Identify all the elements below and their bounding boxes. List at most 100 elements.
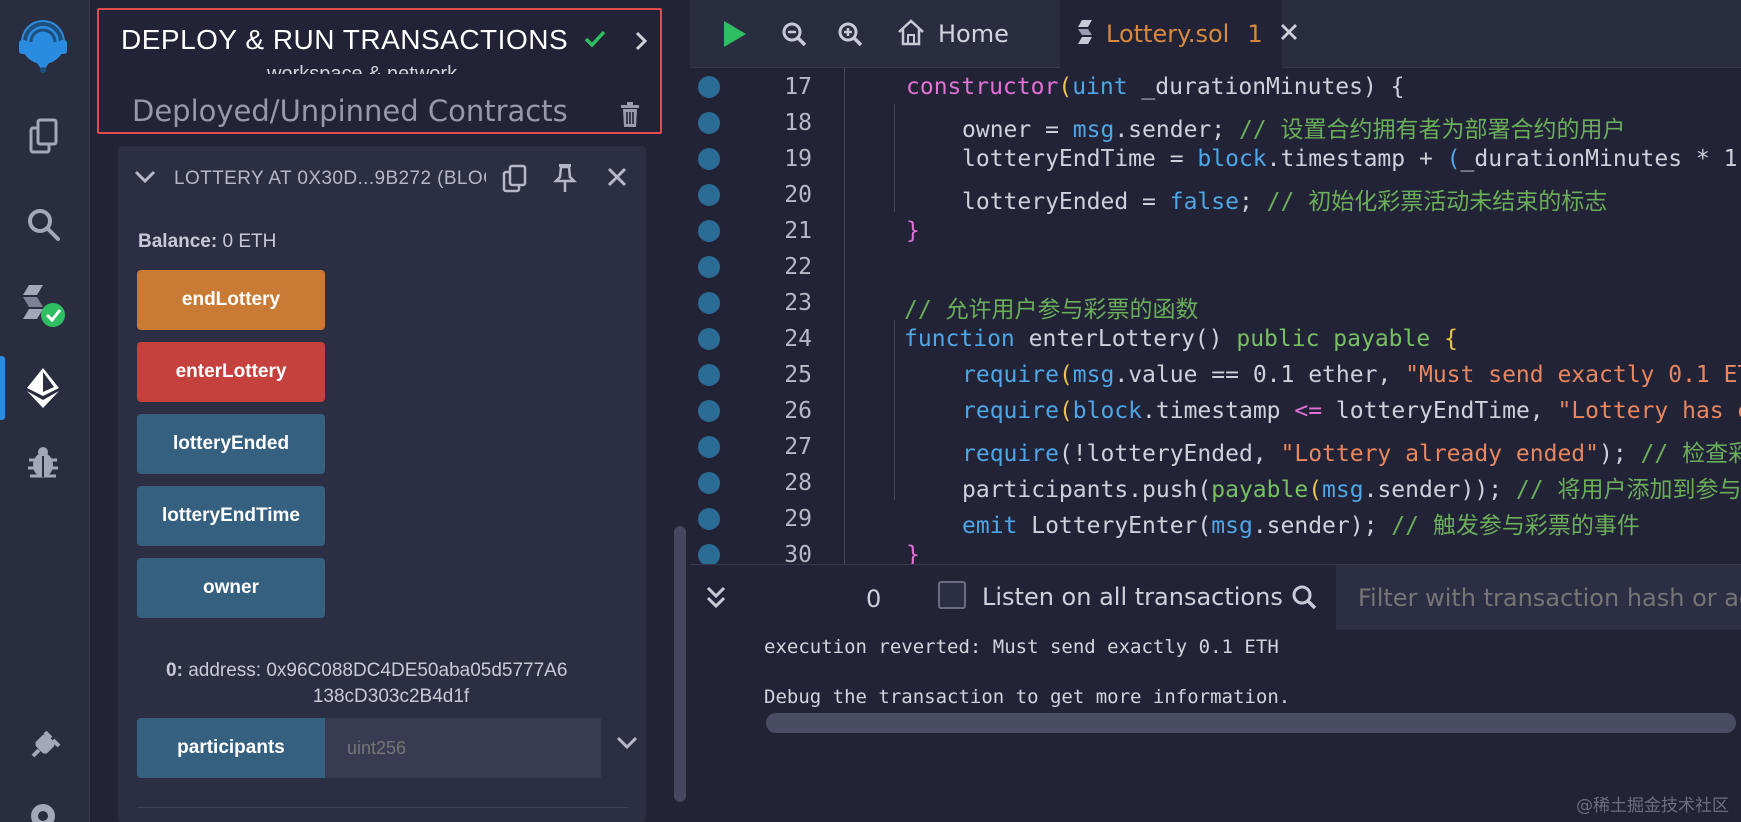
code-line: 26 require(block.timestamp <= lotteryEnd… xyxy=(690,392,1741,428)
panel-scrollbar[interactable] xyxy=(674,526,686,802)
token: block xyxy=(1072,398,1143,424)
listen-checkbox[interactable] xyxy=(938,581,966,609)
line-number: 18 xyxy=(784,110,812,136)
line-number: 24 xyxy=(784,326,812,352)
plugin-manager-icon[interactable] xyxy=(0,718,86,774)
terminal-scrollbar[interactable] xyxy=(766,713,1736,733)
remix-logo-icon[interactable] xyxy=(0,14,86,78)
line-number: 19 xyxy=(784,146,812,172)
balance-value: 0 ETH xyxy=(222,231,277,252)
code-line: 28 participants.push(payable(msg.sender)… xyxy=(690,464,1741,503)
copy-icon[interactable] xyxy=(502,164,528,199)
token: function xyxy=(904,326,1015,352)
remix-ide: DEPLOY & RUN TRANSACTIONS workspace & ne… xyxy=(0,0,1741,822)
settings-icon[interactable] xyxy=(0,796,86,822)
token: .timestamp + xyxy=(1266,146,1447,172)
zoom-out-icon[interactable] xyxy=(780,0,808,68)
breakpoint-dot[interactable] xyxy=(698,508,720,530)
check-icon xyxy=(583,28,607,55)
breakpoint-dot[interactable] xyxy=(698,364,720,386)
close-icon[interactable] xyxy=(606,166,628,193)
fn-button-enterlottery[interactable]: enterLottery xyxy=(137,342,325,402)
fn-button-participants[interactable]: participants xyxy=(137,718,325,778)
chevron-down-icon[interactable] xyxy=(132,168,158,191)
tab-lottery-sol[interactable]: Lottery.sol 1 xyxy=(1060,0,1297,68)
fn-button-lotteryendtime[interactable]: lotteryEndTime xyxy=(137,486,325,546)
solidity-compiler-icon[interactable] xyxy=(0,276,86,332)
code-line: 25 require(msg.value == 0.1 ether, "Must… xyxy=(690,356,1741,392)
chevron-right-icon[interactable] xyxy=(633,30,649,57)
tx-filter-input[interactable] xyxy=(1336,565,1741,631)
deploy-run-icon[interactable] xyxy=(0,360,86,416)
panel-subtitle: workspace & network xyxy=(267,63,458,74)
token: enterLottery() xyxy=(1014,326,1237,352)
owner-output: 0: address: 0x96C088DC4DE50aba05d5777A6 … xyxy=(166,658,596,710)
line-number: 23 xyxy=(784,290,812,316)
deployed-contracts-label: Deployed/Unpinned Contracts xyxy=(132,94,568,128)
breakpoint-dot[interactable] xyxy=(698,292,720,314)
code-line: 24 function enterLottery() public payabl… xyxy=(690,320,1741,356)
breakpoint-dot[interactable] xyxy=(698,328,720,350)
trash-icon[interactable] xyxy=(619,102,641,133)
breakpoint-dot[interactable] xyxy=(698,76,720,98)
home-tab-label: Home xyxy=(938,20,1009,48)
token: ( xyxy=(1058,74,1073,100)
token: require xyxy=(962,398,1059,424)
pending-tx-count: 0 xyxy=(866,585,882,613)
token: block xyxy=(1197,146,1267,172)
code-line: 22 xyxy=(690,248,1741,284)
line-number: 25 xyxy=(784,362,812,388)
contract-title[interactable]: LOTTERY AT 0X30D...9B272 (BLOC xyxy=(174,168,486,190)
breakpoint-dot[interactable] xyxy=(698,436,720,458)
token: lotteryEndTime, xyxy=(1322,398,1558,424)
balance-label: Balance: xyxy=(138,231,218,252)
output-index: 0: xyxy=(166,660,183,681)
code-line: 19 lotteryEndTime = block.timestamp + (_… xyxy=(690,140,1741,176)
breakpoint-dot[interactable] xyxy=(698,184,720,206)
zoom-in-icon[interactable] xyxy=(836,0,864,68)
debugger-icon[interactable] xyxy=(0,434,86,490)
terminal-error-line: execution reverted: Must send exactly 0.… xyxy=(764,636,1279,658)
file-explorer-icon[interactable] xyxy=(0,108,86,164)
fn-button-lotteryended[interactable]: lotteryEnded xyxy=(137,414,325,474)
search-icon[interactable] xyxy=(0,196,86,252)
token: public xyxy=(1236,326,1320,352)
tab-close-icon[interactable] xyxy=(1279,22,1299,47)
pin-icon[interactable] xyxy=(552,162,578,199)
token: "Lottery has ended" xyxy=(1557,398,1741,424)
terminal-output: execution reverted: Must send exactly 0.… xyxy=(690,630,1741,822)
breakpoint-dot[interactable] xyxy=(698,472,720,494)
breakpoint-dot[interactable] xyxy=(698,544,720,564)
output-line2: 138cD303c2B4d1f xyxy=(312,686,470,707)
code-line: 29 emit LotteryEnter(msg.sender); // 触发参… xyxy=(690,500,1741,539)
breakpoint-dot[interactable] xyxy=(698,112,720,134)
terminal-debug-line: Debug the transaction to get more inform… xyxy=(764,686,1291,708)
breakpoint-dot[interactable] xyxy=(698,220,720,242)
panel-header-highlight: DEPLOY & RUN TRANSACTIONS workspace & ne… xyxy=(97,8,662,134)
participants-input[interactable] xyxy=(325,718,601,778)
expand-chevron-icon[interactable] xyxy=(614,734,640,757)
token: _durationMinutes) { xyxy=(1127,74,1405,100)
participants-row: participants xyxy=(137,718,601,778)
breakpoint-dot[interactable] xyxy=(698,256,720,278)
panel-title: DEPLOY & RUN TRANSACTIONS xyxy=(121,24,569,55)
line-number: 26 xyxy=(784,398,812,424)
code-line: 18 owner = msg.sender; // 设置合约拥有者为部署合约的用… xyxy=(690,104,1741,143)
code-line: 17 constructor(uint _durationMinutes) { xyxy=(690,68,1741,104)
breakpoint-dot[interactable] xyxy=(698,400,720,422)
code-line: 27 require(!lotteryEnded, "Lottery alrea… xyxy=(690,428,1741,467)
home-tab[interactable]: Home xyxy=(896,0,1009,68)
code-line: 20 lotteryEnded = false; // 初始化彩票活动未结束的标… xyxy=(690,176,1741,215)
code-editor[interactable]: 17 constructor(uint _durationMinutes) { … xyxy=(690,68,1741,564)
search-icon[interactable] xyxy=(1290,583,1318,616)
token: payable xyxy=(1333,326,1431,352)
run-icon[interactable] xyxy=(720,0,748,68)
breakpoint-dot[interactable] xyxy=(698,148,720,170)
token: <= xyxy=(1294,398,1323,424)
line-number: 20 xyxy=(784,182,812,208)
code-line: 30 } xyxy=(690,536,1741,564)
collapse-terminal-icon[interactable] xyxy=(704,585,728,616)
code-line: 21 } xyxy=(690,212,1741,248)
fn-button-endlottery[interactable]: endLottery xyxy=(137,270,325,330)
fn-button-owner[interactable]: owner xyxy=(137,558,325,618)
